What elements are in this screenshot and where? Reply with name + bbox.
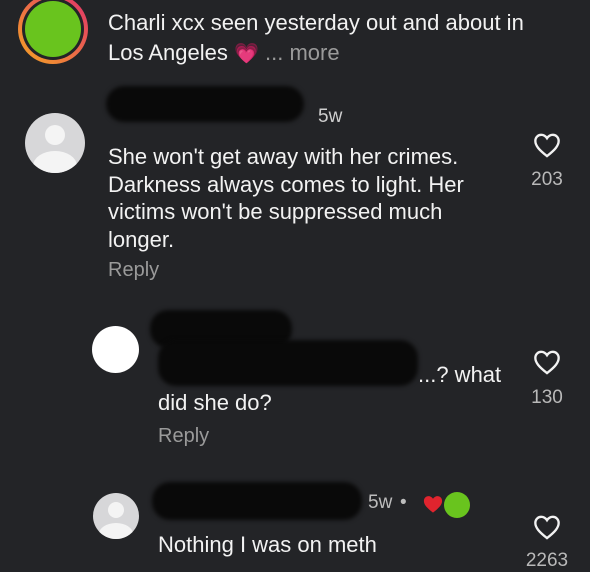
green-circle-icon [444, 492, 470, 518]
like-heart-icon[interactable] [533, 349, 561, 375]
comment-time: 5w [368, 492, 393, 513]
reply-button[interactable]: Reply [158, 425, 209, 448]
avatar-body [33, 151, 77, 173]
like-count: 203 [531, 169, 563, 190]
like-heart-icon[interactable] [533, 514, 561, 540]
avatar-body [99, 523, 133, 539]
redacted-text [158, 340, 418, 386]
redacted-username [106, 86, 304, 122]
comment-text: She won't get away with her crimes. Dark… [108, 144, 464, 252]
meta-separator: • [400, 492, 407, 513]
reply-button[interactable]: Reply [108, 259, 159, 282]
caption-text-line1: seen yesterday out and about in [204, 10, 524, 35]
like-heart-icon[interactable] [533, 132, 561, 158]
comment-time: 5w [318, 106, 343, 127]
red-heart-icon [422, 494, 444, 514]
caption-text-line2: Los Angeles [108, 40, 234, 65]
reply-avatar[interactable] [92, 326, 139, 373]
comment-text: Nothing I was on meth [158, 532, 377, 557]
reply-text-tail: ...? what [418, 362, 502, 387]
pink-heart-emoji: 💗 [233, 43, 259, 65]
reply-text-line2: did she do? [158, 390, 272, 415]
avatar-head [108, 502, 124, 518]
avatar-image [25, 1, 81, 57]
like-count: 2263 [525, 550, 569, 571]
avatar-head [45, 125, 65, 145]
caption-username[interactable]: Charli xcx [108, 10, 205, 35]
post-caption: Charli xcx seen yesterday out and about … [108, 8, 568, 69]
story-avatar[interactable] [18, 0, 88, 64]
redacted-username [152, 482, 362, 520]
comment-avatar[interactable] [93, 493, 139, 539]
like-count: 130 [531, 387, 563, 408]
more-link[interactable]: ... more [259, 40, 340, 65]
comment-avatar[interactable] [25, 113, 85, 173]
